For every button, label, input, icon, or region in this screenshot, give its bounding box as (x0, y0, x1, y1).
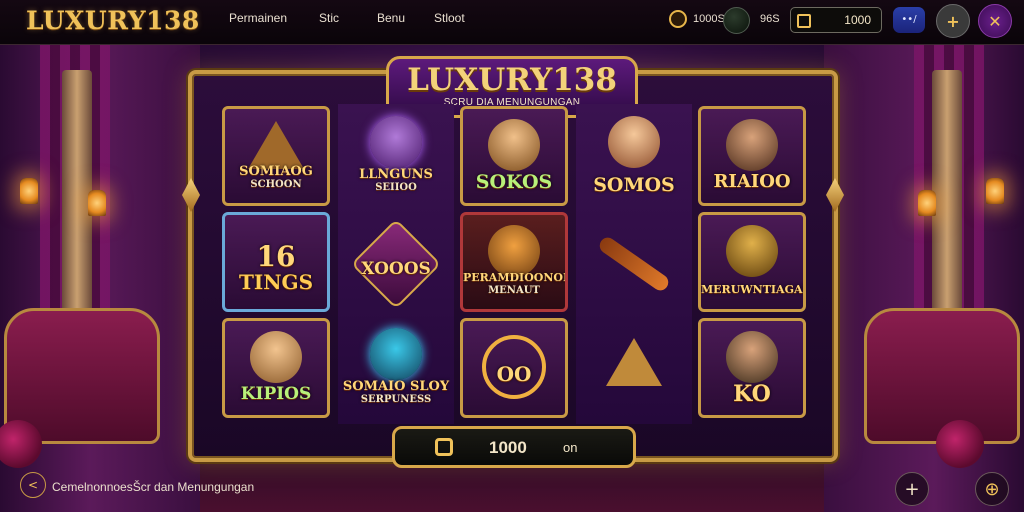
reel-3: SOKOS PERAMDIOONOIO MENAUT OO (456, 104, 572, 424)
reel-1: SOMIAOG SCHOON 16 TINGS KIPIOS (218, 104, 334, 424)
bet-value: 1000 (489, 438, 527, 457)
panther-icon (370, 116, 422, 168)
symbol-tile[interactable]: KIPIOS (222, 318, 330, 418)
coin-icon (669, 10, 687, 28)
bet-unit: on (563, 440, 578, 455)
symbol-label: 16 TINGS (238, 240, 314, 294)
footer-text: CemelnonnoesŠcr dan Menungungan (52, 480, 255, 494)
symbol-tile[interactable] (580, 212, 688, 312)
symbol-tile[interactable]: MERUWNTIAGAN (698, 212, 806, 312)
reel-4: SOMOS (576, 104, 692, 424)
symbol-label: KO (733, 381, 771, 407)
brand-logo[interactable]: LUXURY138 (26, 6, 200, 35)
symbol-tile[interactable]: LLNGUNS SEIIOO (342, 106, 450, 206)
add-button[interactable]: + (895, 472, 929, 506)
tiger-icon (488, 225, 540, 277)
wall-lamp-right (986, 178, 1004, 204)
wall-lamp-right-2 (918, 190, 936, 216)
woman-portrait-icon (488, 119, 540, 171)
symbol-tile[interactable]: 16 TINGS (222, 212, 330, 312)
woman-portrait-icon (608, 116, 660, 168)
symbol-tile[interactable] (580, 318, 688, 418)
wall-lamp-left-2 (88, 190, 106, 216)
nav-item-menu[interactable]: Benu (377, 11, 405, 25)
symbol-label: SOMOS (593, 174, 675, 196)
symbol-tile[interactable]: XOOOS (342, 212, 450, 312)
balance-value: 1000 (844, 13, 871, 27)
temple-relic-icon (606, 338, 662, 386)
symbol-tile[interactable]: OO (460, 318, 568, 418)
reel-2: LLNGUNS SEIIOO XOOOS SOMAIO SLOY SERPUNESS (338, 104, 454, 424)
nav-item-slot[interactable]: Stic (319, 11, 339, 25)
symbol-label: KIPIOS (240, 384, 312, 404)
top-bar: LUXURY138 Permainen Stic Benu Stloot 100… (0, 0, 1024, 45)
orb-icon[interactable] (723, 7, 750, 34)
symbol-tile[interactable]: RIAIOO (698, 106, 806, 206)
symbol-label: SOMIAOG SCHOON (239, 164, 313, 191)
tools-icon-button[interactable]: ✕ (978, 4, 1012, 38)
orb-value: 96S (760, 13, 780, 25)
stats-button[interactable]: ••/ (893, 7, 925, 33)
symbol-tile[interactable]: PERAMDIOONOIO MENAUT (460, 212, 568, 312)
symbol-tile[interactable]: SOMOS (580, 106, 688, 206)
symbol-label: SOKOS (475, 171, 553, 193)
torch-icon (596, 234, 672, 294)
wallet-icon (797, 14, 811, 28)
bet-coin-icon (435, 438, 453, 456)
symbol-tile[interactable]: SOMIAOG SCHOON (222, 106, 330, 206)
coin-value: 1000S (693, 13, 725, 25)
reel-5: RIAIOO MERUWNTIAGAN KO (694, 104, 810, 424)
symbol-label: XOOOS (361, 259, 431, 279)
balance-box[interactable]: 1000 (790, 7, 882, 33)
nav-item-stloot[interactable]: Stloot (434, 11, 465, 25)
symbol-label: SOMAIO SLOY SERPUNESS (342, 379, 450, 406)
share-icon[interactable]: < (20, 472, 46, 498)
woman-portrait-icon (250, 331, 302, 383)
pyramid-icon (248, 121, 304, 169)
symbol-tile[interactable]: SOMAIO SLOY SERPUNESS (342, 318, 450, 418)
armchair-right (864, 308, 1020, 444)
symbol-label: PERAMDIOONOIO MENAUT (463, 271, 568, 296)
golden-statue-icon (726, 225, 778, 277)
bet-panel[interactable]: 1000 on (392, 426, 636, 468)
wall-lamp-left (20, 178, 38, 204)
blue-panther-icon (370, 328, 422, 380)
symbol-label: LLNGUNS SEIIOO (359, 167, 433, 194)
explorer-portrait-icon (726, 331, 778, 383)
symbol-tile[interactable]: KO (698, 318, 806, 418)
symbol-label: RIAIOO (713, 171, 791, 192)
rose-right (936, 420, 984, 468)
settings-icon-button[interactable]: ⊕ (975, 472, 1009, 506)
game-title: LUXURY138 (407, 62, 617, 98)
explorer-portrait-icon (726, 119, 778, 171)
nav-item-permainan[interactable]: Permainen (229, 11, 287, 25)
symbol-label: MERUWNTIAGAN (701, 283, 806, 296)
symbol-label: OO (496, 362, 532, 386)
deposit-plus-button[interactable]: + (936, 4, 970, 38)
symbol-tile[interactable]: SOKOS (460, 106, 568, 206)
